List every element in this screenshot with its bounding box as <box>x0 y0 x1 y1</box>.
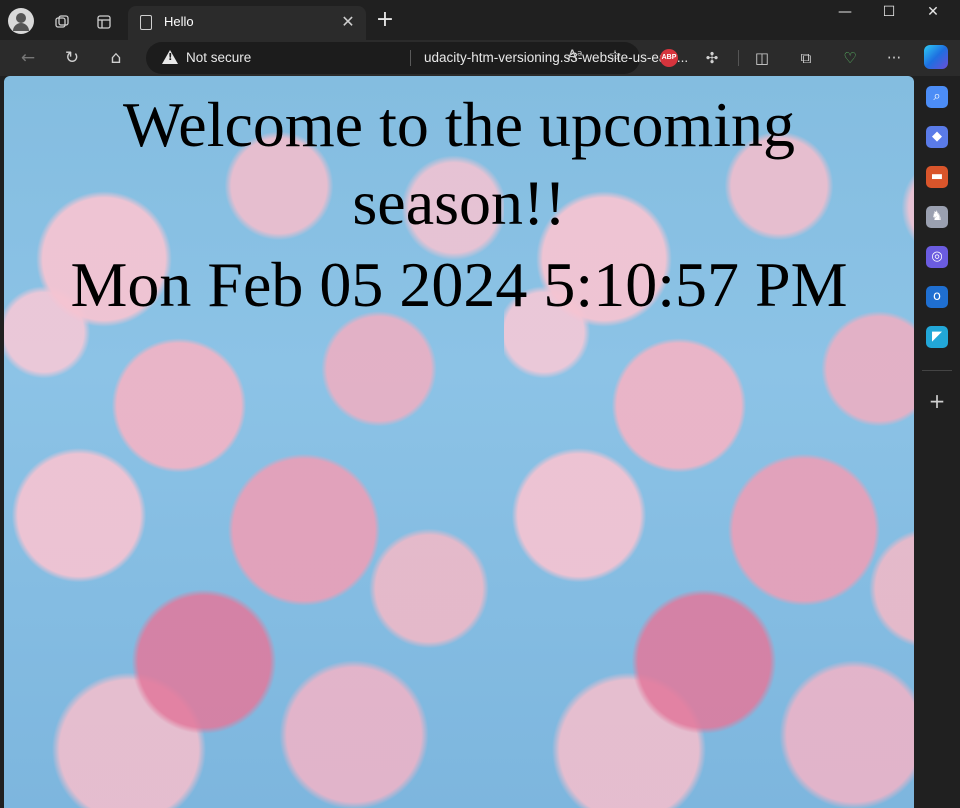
close-window-button[interactable]: ✕ <box>918 4 948 20</box>
heading-line-2: season!! <box>352 167 566 238</box>
tab-close-icon[interactable]: ✕ <box>338 12 358 31</box>
page-icon <box>140 15 152 30</box>
browser-essentials-icon[interactable]: ♡ <box>838 46 862 70</box>
puzzle-icon[interactable]: ✣ <box>700 46 724 70</box>
more-icon[interactable]: ··· <box>882 46 906 70</box>
workspaces-icon[interactable] <box>48 8 76 36</box>
maximize-button[interactable]: ☐ <box>874 4 904 20</box>
tab-actions-icon[interactable] <box>90 8 118 36</box>
title-bar: Hello ✕ + — ☐ ✕ <box>0 0 960 40</box>
sidebar-shopping-icon[interactable]: ◆ <box>926 126 948 148</box>
address-bar[interactable]: Not secure udacity-htm-versioning.s3-web… <box>146 42 688 74</box>
split-screen-icon[interactable]: ◫ <box>750 46 774 70</box>
sidebar-search-icon[interactable]: ⌕ <box>926 86 948 108</box>
tab-hello[interactable]: Hello ✕ <box>128 6 366 40</box>
sidebar-games-icon[interactable]: ♞ <box>926 206 948 228</box>
sidebar-microsoft-365-icon[interactable]: ◎ <box>926 246 948 268</box>
sidebar-drop-icon[interactable]: ◤ <box>926 326 948 348</box>
security-status[interactable]: Not secure <box>186 50 251 65</box>
copilot-icon[interactable] <box>924 45 948 69</box>
current-datetime: Mon Feb 05 2024 5:10:57 PM <box>70 249 848 320</box>
new-tab-button[interactable]: + <box>372 8 398 32</box>
edge-sidebar: ⌕ ◆ ▬ ♞ ◎ o ◤ + <box>914 76 960 808</box>
adblock-extension-icon[interactable]: ABP <box>660 49 678 67</box>
warning-icon <box>162 50 178 64</box>
collections-icon[interactable]: ⧉ <box>794 46 818 70</box>
sidebar-outlook-icon[interactable]: o <box>926 286 948 308</box>
refresh-icon[interactable]: ↻ <box>60 46 84 70</box>
home-icon[interactable]: ⌂ <box>104 46 128 70</box>
back-arrow-icon[interactable]: ← <box>16 46 40 70</box>
minimize-button[interactable]: — <box>830 4 860 20</box>
page-viewport: Welcome to the upcoming season!! Mon Feb… <box>4 76 914 808</box>
address-divider <box>410 50 411 66</box>
sidebar-divider <box>922 370 952 371</box>
toolbar-divider <box>738 50 739 66</box>
browser-toolbar: ← ↻ ⌂ Not secure udacity-htm-versioning.… <box>0 40 960 76</box>
heading-line-1: Welcome to the upcoming <box>123 89 795 160</box>
read-aloud-icon[interactable]: Aᵃ <box>564 48 586 64</box>
profile-avatar-icon[interactable] <box>8 8 34 34</box>
star-icon[interactable]: ☆ <box>604 48 626 64</box>
page-heading: Welcome to the upcoming season!! <box>4 86 914 242</box>
tab-title: Hello <box>164 14 194 29</box>
sidebar-tools-icon[interactable]: ▬ <box>926 166 948 188</box>
sidebar-add-icon[interactable]: + <box>926 390 948 412</box>
